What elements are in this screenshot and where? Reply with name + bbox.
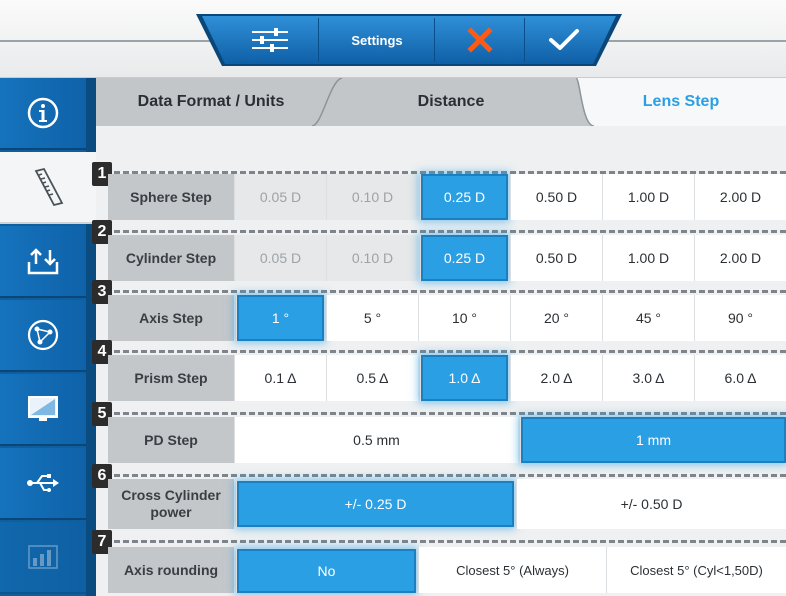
row-divider [96, 540, 786, 543]
ruler-icon [34, 167, 64, 207]
option-cell-selected[interactable]: 1 mm [520, 417, 786, 463]
setting-label: Axis rounding [108, 547, 234, 593]
option-cell[interactable]: 5 ° [326, 295, 418, 341]
setting-row-cross-cylinder-power: 6 Cross Cylinder power +/- 0.25 D +/- 0.… [92, 464, 786, 534]
sidebar-item-display[interactable] [0, 374, 86, 446]
option-cell[interactable]: Closest 5° (Cyl<1,50D) [606, 547, 786, 593]
setting-label: Prism Step [108, 355, 234, 401]
filter-settings-button[interactable] [222, 16, 318, 64]
confirm-button[interactable] [526, 16, 602, 64]
option-cell[interactable]: 0.5 mm [234, 417, 518, 463]
option-cell[interactable]: 3.0 Δ [602, 355, 694, 401]
setting-label: Axis Step [108, 295, 234, 341]
setting-row-prism-step: 4 Prism Step 0.1 Δ 0.5 Δ 1.0 Δ 2.0 Δ 3.0… [92, 340, 786, 406]
row-divider [96, 412, 786, 415]
option-cell[interactable]: 2.0 Δ [510, 355, 602, 401]
tab-lens-step[interactable]: Lens Step [576, 78, 786, 126]
setting-row-axis-rounding: 7 Axis rounding No Closest 5° (Always) C… [92, 530, 786, 596]
top-bar: Settings [0, 0, 786, 78]
setting-row-pd-step: 5 PD Step 0.5 mm 1 mm [92, 402, 786, 468]
option-cell: 0.10 D [326, 174, 418, 220]
row-divider [96, 474, 786, 477]
option-cell[interactable]: 1.00 D [602, 174, 694, 220]
sidebar-item-info[interactable] [0, 78, 86, 150]
sidebar-item-measurement[interactable] [0, 152, 96, 224]
sidebar-item-import-export[interactable] [0, 226, 86, 298]
row-divider [96, 230, 786, 233]
option-cell[interactable]: 2.00 D [694, 235, 786, 281]
option-cell[interactable]: Closest 5° (Always) [418, 547, 606, 593]
tab-label: Data Format / Units [137, 93, 285, 110]
option-cell[interactable]: 20 ° [510, 295, 602, 341]
row-divider [96, 350, 786, 353]
sidebar [0, 78, 96, 596]
lens-step-settings: 1 Sphere Step 0.05 D 0.10 D 0.25 D 0.50 … [92, 126, 786, 596]
tab-data-format-units[interactable]: Data Format / Units [96, 78, 326, 126]
option-cell[interactable]: 0.5 Δ [326, 355, 418, 401]
option-cell-selected[interactable]: 1 ° [236, 295, 324, 341]
tab-separator [311, 78, 343, 126]
setting-label: Cylinder Step [108, 235, 234, 281]
option-cell[interactable]: 0.50 D [510, 174, 602, 220]
cancel-button[interactable] [436, 16, 524, 64]
row-divider [96, 290, 786, 293]
toolbar-separator [524, 18, 525, 62]
option-cell-selected[interactable]: 1.0 Δ [420, 355, 508, 401]
chart-icon [28, 545, 58, 569]
option-cell[interactable]: 1.00 D [602, 235, 694, 281]
sidebar-item-network[interactable] [0, 300, 86, 372]
checkmark-icon [549, 29, 579, 50]
monitor-icon [28, 396, 58, 421]
option-cell[interactable]: 10 ° [418, 295, 510, 341]
toolbar-separator [434, 18, 435, 62]
info-icon [27, 97, 59, 129]
sidebar-item-usb[interactable] [0, 448, 86, 520]
option-cell[interactable]: 0.1 Δ [234, 355, 326, 401]
option-cell-selected[interactable]: +/- 0.25 D [236, 481, 514, 527]
tab-distance[interactable]: Distance [326, 78, 576, 126]
option-cell: 0.05 D [234, 174, 326, 220]
option-cell-selected[interactable]: 0.25 D [420, 235, 508, 281]
sidebar-item-statistics [0, 522, 86, 594]
setting-row-axis-step: 3 Axis Step 1 ° 5 ° 10 ° 20 ° 45 ° 90 ° [92, 280, 786, 346]
tab-separator [560, 78, 594, 126]
setting-label: PD Step [108, 417, 234, 463]
option-cell[interactable]: +/- 0.50 D [516, 479, 786, 529]
tab-bar: Data Format / Units Distance Lens Step [96, 78, 786, 126]
toolbar-separator [318, 18, 319, 62]
option-cell: 0.05 D [234, 235, 326, 281]
option-cell[interactable]: 90 ° [694, 295, 786, 341]
close-x-icon [467, 27, 493, 53]
option-cell-selected[interactable]: No [236, 549, 416, 593]
tab-label: Lens Step [642, 93, 720, 110]
sliders-icon [252, 28, 288, 52]
option-cell[interactable]: 45 ° [602, 295, 694, 341]
setting-row-cylinder-step: 2 Cylinder Step 0.05 D 0.10 D 0.25 D 0.5… [92, 220, 786, 286]
toolbar: Settings [196, 14, 622, 66]
setting-row-sphere-step: 1 Sphere Step 0.05 D 0.10 D 0.25 D 0.50 … [92, 162, 786, 222]
setting-label: Sphere Step [108, 174, 234, 220]
tray-import-icon [27, 248, 59, 275]
tab-label: Distance [417, 93, 485, 110]
option-cell[interactable]: 6.0 Δ [694, 355, 786, 401]
network-circle-icon [27, 319, 59, 351]
option-cell: 0.10 D [326, 235, 418, 281]
option-cell[interactable]: 0.50 D [510, 235, 602, 281]
setting-label: Cross Cylinder power [108, 479, 234, 529]
option-cell-selected[interactable]: 0.25 D [420, 174, 508, 220]
usb-icon [27, 474, 59, 492]
option-cell[interactable]: 2.00 D [694, 174, 786, 220]
